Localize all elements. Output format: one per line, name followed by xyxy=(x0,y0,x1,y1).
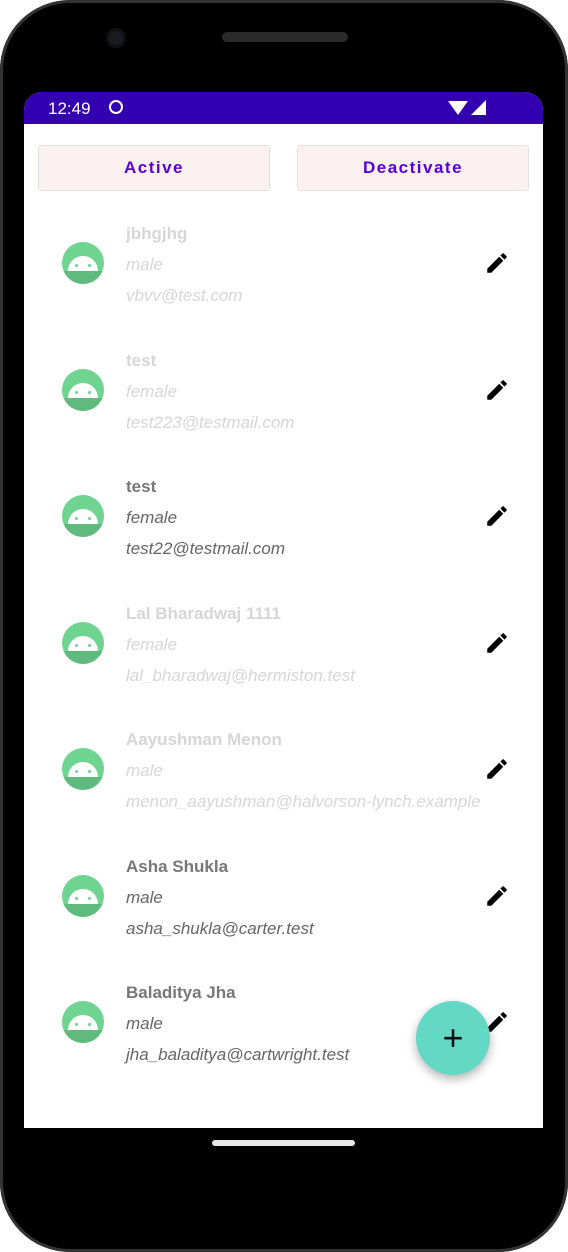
user-name: Asha Shukla xyxy=(126,856,229,876)
camera xyxy=(106,28,126,48)
home-indicator[interactable] xyxy=(212,1140,355,1146)
user-gender: female xyxy=(126,508,178,527)
android-avatar-icon xyxy=(62,621,104,664)
user-list-item[interactable]: jbhgjhg male vbvv@test.com xyxy=(24,218,543,345)
edit-pencil-icon[interactable] xyxy=(484,756,510,782)
user-email: lal_bharadwaj@hermiston.test xyxy=(126,665,355,685)
user-email: test22@testmail.com xyxy=(126,539,285,558)
user-email: jha_baladitya@cartwright.test xyxy=(126,1045,350,1064)
user-email: asha_shukla@carter.test xyxy=(126,918,314,938)
edit-pencil-icon[interactable] xyxy=(484,883,510,909)
user-list-item[interactable]: Lal Bharadwaj 1111 female lal_bharadwaj@… xyxy=(24,598,543,725)
active-button[interactable]: Active xyxy=(38,145,270,191)
user-list-item[interactable]: Aayushman Menon male menon_aayushman@hal… xyxy=(24,724,543,851)
filter-buttons: Active Deactivate xyxy=(38,145,529,191)
android-avatar-icon xyxy=(62,242,104,284)
status-bar: 12:49 xyxy=(24,92,543,124)
edit-pencil-icon[interactable] xyxy=(484,377,510,403)
user-name: test xyxy=(126,350,157,370)
edit-pencil-icon[interactable] xyxy=(484,630,510,656)
user-name: jbhgjhg xyxy=(126,224,188,243)
user-email: menon_aayushman@halvorson-lynch.example xyxy=(126,792,481,811)
plus-icon: + xyxy=(442,1017,464,1058)
user-gender: male xyxy=(126,761,163,780)
user-gender: male xyxy=(126,255,163,274)
edit-pencil-icon[interactable] xyxy=(484,503,510,529)
user-list: jbhgjhg male vbvv@test.com test female t… xyxy=(24,218,543,1104)
phone-frame: 12:49 Active Deactivate jbhgjhg male vbv… xyxy=(0,0,568,1252)
user-name: Aayushman Menon xyxy=(126,730,282,749)
user-email: test223@testmail.com xyxy=(126,412,295,432)
user-name: test xyxy=(126,477,157,496)
user-list-item[interactable]: test female test22@testmail.com xyxy=(24,471,543,598)
speaker xyxy=(222,32,348,42)
android-avatar-icon xyxy=(62,1001,104,1043)
screen: 12:49 Active Deactivate jbhgjhg male vbv… xyxy=(24,92,543,1128)
user-list-item[interactable]: test female test223@testmail.com xyxy=(24,345,543,472)
android-avatar-icon xyxy=(62,874,104,917)
deactivate-button[interactable]: Deactivate xyxy=(297,145,529,191)
user-gender: male xyxy=(126,1014,163,1033)
user-list-item[interactable]: Asha Shukla male asha_shukla@carter.test xyxy=(24,851,543,978)
user-gender: male xyxy=(126,887,163,907)
android-avatar-icon xyxy=(62,495,104,537)
android-avatar-icon xyxy=(62,368,104,411)
android-avatar-icon xyxy=(62,748,104,790)
user-name: Lal Bharadwaj 1111 xyxy=(126,603,281,623)
wifi-icon xyxy=(448,101,468,115)
signal-icon xyxy=(471,100,486,115)
cat-notification-icon xyxy=(109,100,123,114)
status-time: 12:49 xyxy=(48,99,91,118)
user-email: vbvv@test.com xyxy=(126,286,243,305)
edit-pencil-icon[interactable] xyxy=(484,250,510,276)
user-gender: female xyxy=(126,381,178,401)
user-name: Baladitya Jha xyxy=(126,983,236,1002)
add-user-button[interactable]: + xyxy=(416,1001,490,1075)
user-gender: female xyxy=(126,634,178,654)
